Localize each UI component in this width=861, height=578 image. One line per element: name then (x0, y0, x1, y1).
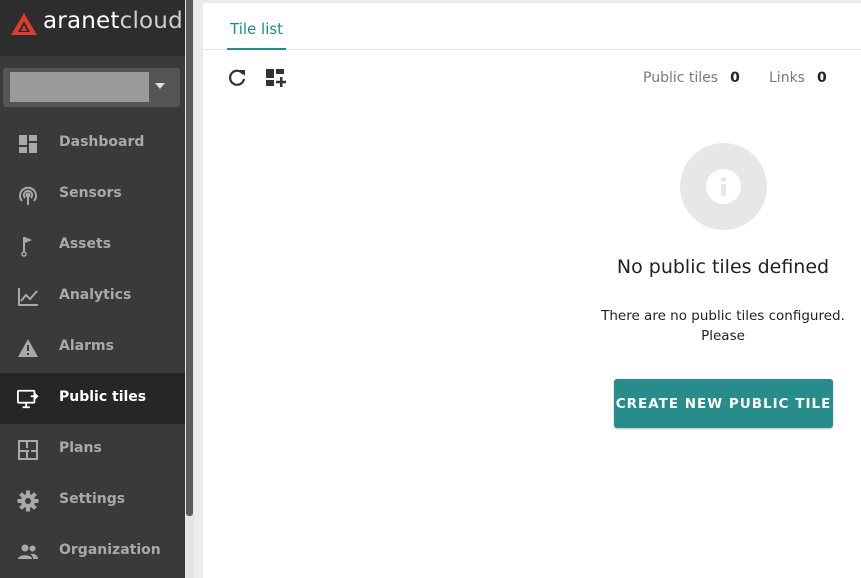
info-icon (680, 143, 767, 230)
floor-plan-icon (17, 439, 39, 461)
sidebar-item-label: Analytics (59, 287, 132, 303)
add-tile-icon[interactable] (265, 67, 287, 89)
sidebar-item-public-tiles[interactable]: Public tiles (0, 373, 185, 424)
empty-state-title: No public tiles defined (616, 256, 830, 278)
sidebar-item-settings[interactable]: Settings (0, 475, 185, 526)
flag-icon (17, 235, 39, 257)
tab-bar: Tile list (203, 3, 861, 50)
sidebar-item-organization[interactable]: Organization (0, 526, 185, 577)
main-panel: Tile list Public tiles 0 Links 0 No public… (203, 3, 861, 578)
chart-icon (17, 286, 39, 308)
public-tiles-icon (17, 388, 39, 410)
brand-name: aranetcloud (43, 8, 183, 34)
sidebar-item-assets[interactable]: Assets (0, 220, 185, 271)
toolbar: Public tiles 0 Links 0 (203, 51, 861, 103)
sidebar-item-label: Public tiles (59, 389, 147, 405)
public-tiles-count: Public tiles 0 (643, 70, 740, 86)
warning-icon (17, 337, 39, 359)
empty-state-text: There are no public tiles configured. Pl… (601, 308, 845, 344)
refresh-icon[interactable] (226, 67, 248, 89)
sidebar-scrollbar-thumb[interactable] (186, 0, 193, 516)
sidebar-item-sensors[interactable]: Sensors (0, 169, 185, 220)
sidebar-item-analytics[interactable]: Analytics (0, 271, 185, 322)
sidebar: aranetcloud Dashboard Sensors Assets Ana… (0, 0, 185, 578)
aranet-logo-icon (11, 13, 37, 35)
sidebar-item-label: Alarms (59, 338, 114, 354)
sidebar-item-label: Sensors (59, 185, 122, 201)
sidebar-item-label: Dashboard (59, 134, 145, 150)
tab-tile-list[interactable]: Tile list (227, 20, 287, 50)
chevron-down-icon (155, 83, 165, 89)
sidebar-item-label: Assets (59, 236, 112, 252)
organization-select-value (10, 72, 149, 102)
sidebar-item-plans[interactable]: Plans (0, 424, 185, 475)
sidebar-nav: Dashboard Sensors Assets Analytics Alarm… (0, 118, 185, 577)
links-count: Links 0 (769, 70, 827, 86)
sidebar-item-label: Settings (59, 491, 126, 507)
gear-icon (17, 490, 39, 512)
brand-header: aranetcloud (0, 0, 185, 56)
create-public-tile-button[interactable]: CREATE NEW PUBLIC TILE (614, 379, 833, 428)
sidebar-item-dashboard[interactable]: Dashboard (0, 118, 185, 169)
sidebar-item-alarms[interactable]: Alarms (0, 322, 185, 373)
sidebar-item-label: Plans (59, 440, 102, 456)
dashboard-icon (17, 133, 39, 155)
sensors-icon (17, 184, 39, 206)
sidebar-item-label: Organization (59, 542, 161, 558)
people-icon (17, 541, 39, 563)
organization-select[interactable] (3, 68, 180, 107)
